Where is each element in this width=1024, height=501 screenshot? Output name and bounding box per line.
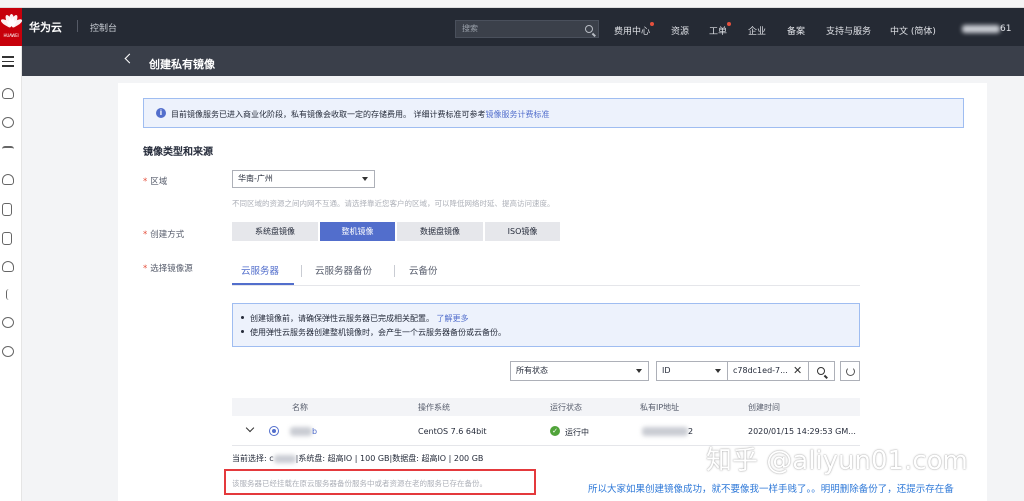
redacted-name <box>273 454 296 463</box>
left-sidebar <box>0 46 22 501</box>
col-os: 操作系统 <box>418 403 450 412</box>
notice-line-2: 使用弹性云服务器创建整机镜像时，会产生一个云服务器备份或云备份。 <box>250 328 506 337</box>
search-button[interactable] <box>809 361 835 381</box>
status-filter-select[interactable]: 所有状态 <box>510 361 649 381</box>
anchor-icon[interactable] <box>6 289 12 300</box>
annotation-text: 所以大家如果创建镜像成功，就不要像我一样手贱了。。明明删除备份了，还提示存在备 <box>588 484 954 495</box>
search-placeholder: 搜索 <box>462 24 478 33</box>
huawei-petal-icon <box>0 14 24 29</box>
region-value: 华南-广州 <box>238 174 273 183</box>
method-full-machine[interactable]: 整机镜像 <box>320 222 395 241</box>
form-panel <box>118 83 987 501</box>
refresh-button[interactable] <box>840 361 860 381</box>
nav-filing[interactable]: 备案 <box>787 24 805 37</box>
active-tab-indicator <box>232 283 294 285</box>
nav-language[interactable]: 中文 (简体) <box>890 24 936 37</box>
chevron-down-icon <box>715 369 721 373</box>
browser-strip <box>0 0 1024 8</box>
info-message: 目前镜像服务已进入商业化阶段，私有镜像会收取一定的存储费用。 详细计费标准可参考 <box>171 110 486 119</box>
method-iso[interactable]: ISO镜像 <box>485 222 560 241</box>
account-name[interactable]: 61 <box>1000 24 1011 34</box>
info-icon: i <box>156 108 166 118</box>
chevron-down-icon <box>636 369 642 373</box>
bullet <box>241 330 244 333</box>
clipboard-icon[interactable] <box>2 232 12 245</box>
globe-icon[interactable] <box>2 317 14 328</box>
document-icon[interactable] <box>2 203 12 216</box>
console-link[interactable]: 控制台 <box>90 21 117 34</box>
page-title: 创建私有镜像 <box>149 58 215 71</box>
region-select[interactable]: 华南-广州 <box>232 170 375 188</box>
server-status: 运行中 <box>565 428 589 437</box>
col-private-ip: 私有IP地址 <box>640 403 680 412</box>
col-name: 名称 <box>292 403 308 412</box>
redacted-ip <box>642 427 688 436</box>
notification-dot <box>727 22 731 26</box>
tab-baseline <box>232 285 860 286</box>
tab-divider <box>394 265 395 277</box>
chevron-down-icon <box>362 177 368 181</box>
search-icon <box>817 367 825 375</box>
cloud-server-icon[interactable] <box>2 88 14 99</box>
logo-text: HUAWEI <box>3 33 19 38</box>
notification-dot <box>650 22 654 26</box>
server-created: 2020/01/15 14:29:53 GM... <box>748 427 856 436</box>
compass-icon[interactable] <box>2 346 14 357</box>
refresh-icon <box>846 367 855 376</box>
image-source-label: * 选择镜像源 <box>143 264 193 274</box>
menu-icon[interactable] <box>2 56 14 67</box>
nav-tickets[interactable]: 工单 <box>709 24 727 37</box>
nav-support[interactable]: 支持与服务 <box>826 24 871 37</box>
redacted-account <box>962 25 1000 33</box>
network-icon[interactable] <box>2 117 14 128</box>
row-radio[interactable] <box>269 426 279 436</box>
search-field-value: ID <box>662 366 671 375</box>
nav-resources[interactable]: 资源 <box>671 24 689 37</box>
learn-more-link[interactable]: 了解更多 <box>437 314 469 323</box>
region-label: * 区域 <box>143 177 168 187</box>
bullet <box>241 316 244 319</box>
notice-box <box>232 303 860 347</box>
nav-billing-center[interactable]: 费用中心 <box>614 24 650 37</box>
tab-divider <box>301 265 302 277</box>
storage-cloud-icon[interactable] <box>2 174 14 185</box>
top-navbar: HUAWEI 华为云 控制台 搜索 费用中心 资源 工单 企业 备案 支持与服务… <box>0 0 1024 46</box>
tab-cloud-backup[interactable]: 云备份 <box>409 263 438 277</box>
cloud-backup-icon[interactable] <box>2 261 14 272</box>
col-status: 运行状态 <box>550 403 582 412</box>
section-title: 镜像类型和来源 <box>143 147 213 158</box>
warning-text: 该服务器已经挂载在原云服务器备份服务中或者资源在老的服务已存在备份。 <box>232 479 487 488</box>
clear-icon[interactable]: ✕ <box>793 364 802 377</box>
redacted-name <box>290 427 312 436</box>
nav-enterprise[interactable]: 企业 <box>748 24 766 37</box>
notice-line-1: 创建镜像前，请确保弹性云服务器已完成相关配置。 了解更多 <box>250 314 469 323</box>
region-hint: 不同区域的资源之间内网不互通。请选择靠近您客户的区域，可以降低网络时延、提高访问… <box>232 199 555 208</box>
server-os: CentOS 7.6 64bit <box>418 427 487 436</box>
server-name[interactable]: b <box>312 427 317 436</box>
method-data-disk[interactable]: 数据盘镜像 <box>397 222 483 241</box>
huawei-logo[interactable]: HUAWEI <box>0 8 24 46</box>
create-method-label: * 创建方式 <box>143 230 185 240</box>
brand-name[interactable]: 华为云 <box>29 19 62 35</box>
server-ip: 2 <box>688 427 694 436</box>
search-icon[interactable] <box>585 25 593 33</box>
info-text: 目前镜像服务已进入商业化阶段，私有镜像会收取一定的存储费用。 详细计费标准可参考… <box>171 109 550 120</box>
tab-server-backup[interactable]: 云服务器备份 <box>315 263 372 277</box>
divider <box>77 20 78 32</box>
watermark: 知乎 @aliyun01.com <box>706 446 968 476</box>
search-field-select[interactable]: ID <box>656 361 728 381</box>
id-search-value: c78dc1ed-7... <box>733 366 788 375</box>
search-input[interactable]: 搜索 <box>455 20 599 38</box>
current-selection: 当前选择: c |系统盘: 超高IO | 100 GB|数据盘: 超高IO | 2… <box>232 454 484 463</box>
running-icon: ✓ <box>550 426 560 436</box>
tab-cloud-server[interactable]: 云服务器 <box>241 263 279 277</box>
pricing-link[interactable]: 镜像服务计费标准 <box>486 110 550 119</box>
col-created: 创建时间 <box>748 403 780 412</box>
method-system-disk[interactable]: 系统盘镜像 <box>232 222 318 241</box>
status-filter-value: 所有状态 <box>516 366 548 375</box>
waveform-icon[interactable] <box>2 146 14 157</box>
